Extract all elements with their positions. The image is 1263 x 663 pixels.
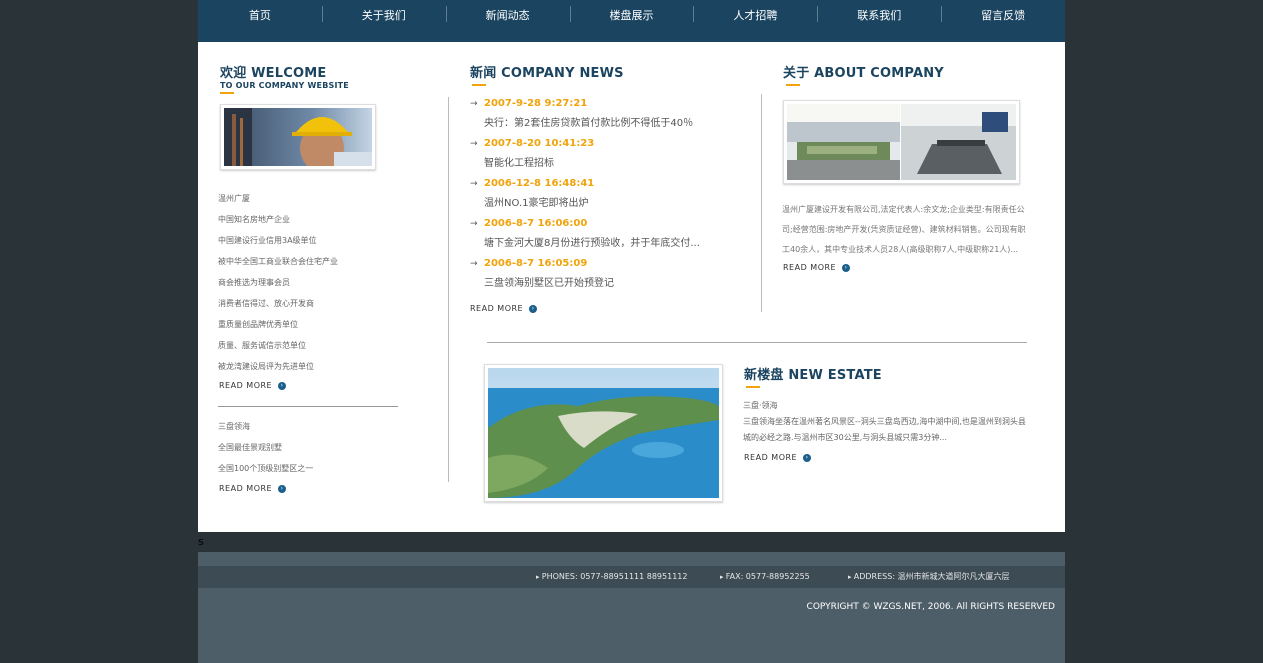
news-title-link[interactable]: 央行：第2套住房贷款首付款比例不得低于40％ <box>470 114 700 134</box>
arrow-right-icon: › <box>529 304 538 313</box>
left-list-2: 三盘领海 全国最佳景观别墅 全国100个顶级别墅区之一 <box>218 416 313 479</box>
list-item: 重质量创品牌优秀单位 <box>218 320 298 329</box>
arrow-right-icon: › <box>842 263 851 272</box>
news-read-more-button[interactable]: READ MORE › <box>470 304 538 313</box>
list-item: 质量、服务诚信示范单位 <box>218 341 306 350</box>
stray-text: s <box>198 535 204 548</box>
read-more-label: READ MORE <box>219 381 273 390</box>
news-title-link[interactable]: 智能化工程招标 <box>470 154 700 174</box>
top-nav: 首页 关于我们 新闻动态 楼盘展示 人才招聘 联系我们 留言反馈 <box>198 0 1065 42</box>
estate-name: 三盘·领海 <box>743 401 778 410</box>
nav-home[interactable]: 首页 <box>198 0 322 42</box>
arrow-right-icon: › <box>278 381 287 390</box>
footer-fax: FAX: 0577-88952255 <box>720 566 810 588</box>
read-more-label: READ MORE <box>219 484 273 493</box>
nav-estates[interactable]: 楼盘展示 <box>569 0 694 42</box>
about-text: 温州广厦建设开发有限公司,法定代表人:余文龙;企业类型:有限责任公司;经营范围:… <box>782 205 1026 254</box>
arrow-right-icon: › <box>278 484 287 493</box>
news-date: 2007-8-20 10:41:23 <box>470 134 700 154</box>
list-item: 被龙湾建设局评为先进单位 <box>218 362 314 371</box>
list-item: 三盘领海 <box>218 422 250 431</box>
read-more-label: READ MORE <box>744 453 798 462</box>
welcome-heading: 欢迎 WELCOME TO OUR COMPANY WEBSITE <box>220 62 349 90</box>
list-item: 温州广厦 <box>218 194 250 203</box>
news-title-link[interactable]: 三盘领海别墅区已开始预登记 <box>470 274 700 294</box>
left-list-1: 温州广厦 中国知名房地产企业 中国建设行业信用3A级单位 被中华全国工商业联合会… <box>218 188 338 377</box>
list-item: 被中华全国工商业联合会住宅产业 <box>218 257 338 266</box>
welcome-subtitle: TO OUR COMPANY WEBSITE <box>220 81 349 90</box>
news-title-link[interactable]: 塘下金河大厦8月份进行预验收，并于年底交付... <box>470 234 700 254</box>
column-divider-right <box>761 94 762 312</box>
about-heading: 关于 ABOUT COMPANY <box>783 66 944 81</box>
news-list: 2007-9-28 9:27:21 央行：第2套住房贷款首付款比例不得低于40％… <box>470 94 700 294</box>
page-container: 首页 关于我们 新闻动态 楼盘展示 人才招聘 联系我们 留言反馈 欢迎 WELC… <box>198 0 1065 663</box>
estate-description: 三盘·领海 三盘领海坐落在温州著名风景区--洞头三盘岛西边,海中湖中间,也是温州… <box>743 398 1028 446</box>
office-photo <box>783 100 1020 184</box>
worker-photo <box>220 104 376 172</box>
estate-divider <box>487 342 1027 343</box>
news-title-link[interactable]: 温州NO.1豪宅即将出炉 <box>470 194 700 214</box>
estate-aerial-photo <box>484 364 723 502</box>
nav-contact[interactable]: 联系我们 <box>817 0 941 42</box>
news-heading: 新闻 COMPANY NEWS <box>470 66 624 81</box>
list-item: 消费者信得过、放心开发商 <box>218 299 314 308</box>
estate-heading: 新楼盘 NEW ESTATE <box>744 368 882 383</box>
nav-news[interactable]: 新闻动态 <box>445 0 570 42</box>
welcome-read-more-button[interactable]: READ MORE › <box>219 381 287 390</box>
footer: PHONES: 0577-88951111 88951112 FAX: 0577… <box>198 552 1065 663</box>
estate-text: 三盘领海坐落在温州著名风景区--洞头三盘岛西边,海中湖中间,也是温州到洞头县城的… <box>743 417 1026 442</box>
welcome-accent-bar <box>220 92 234 94</box>
news-date: 2006-8-7 16:05:09 <box>470 254 700 274</box>
list-item: 中国知名房地产企业 <box>218 215 290 224</box>
estate-list-read-more-button[interactable]: READ MORE › <box>219 484 287 493</box>
estate-accent-bar <box>746 386 760 388</box>
estate-read-more-button[interactable]: READ MORE › <box>744 453 812 462</box>
read-more-label: READ MORE <box>783 263 837 272</box>
about-accent-bar <box>786 84 800 86</box>
list-item: 全国最佳景观别墅 <box>218 443 282 452</box>
column-divider-left <box>448 97 449 482</box>
list-item: 全国100个顶级别墅区之一 <box>218 464 314 473</box>
footer-phones: PHONES: 0577-88951111 88951112 <box>536 566 688 588</box>
left-divider <box>218 406 398 407</box>
news-date: 2006-8-7 16:06:00 <box>470 214 700 234</box>
nav-jobs[interactable]: 人才招聘 <box>693 0 817 42</box>
news-date: 2007-9-28 9:27:21 <box>470 94 700 114</box>
nav-about[interactable]: 关于我们 <box>321 0 446 42</box>
list-item: 商会推选为理事会员 <box>218 278 290 287</box>
footer-address: ADDRESS: 温州市新城大道阿尔凡大厦六层 <box>848 566 1010 588</box>
footer-copyright: COPYRIGHT © WZGS.NET, 2006. All RIGHTS R… <box>806 602 1055 612</box>
main-content: 欢迎 WELCOME TO OUR COMPANY WEBSITE 温州广厦 中… <box>198 42 1065 532</box>
news-accent-bar <box>472 84 486 86</box>
read-more-label: READ MORE <box>470 304 524 313</box>
arrow-right-icon: › <box>803 453 812 462</box>
list-item: 中国建设行业信用3A级单位 <box>218 236 317 245</box>
about-read-more-button[interactable]: READ MORE › <box>783 263 851 272</box>
news-date: 2006-12-8 16:48:41 <box>470 174 700 194</box>
nav-feedback[interactable]: 留言反馈 <box>941 0 1065 42</box>
welcome-title: 欢迎 WELCOME <box>220 66 327 81</box>
